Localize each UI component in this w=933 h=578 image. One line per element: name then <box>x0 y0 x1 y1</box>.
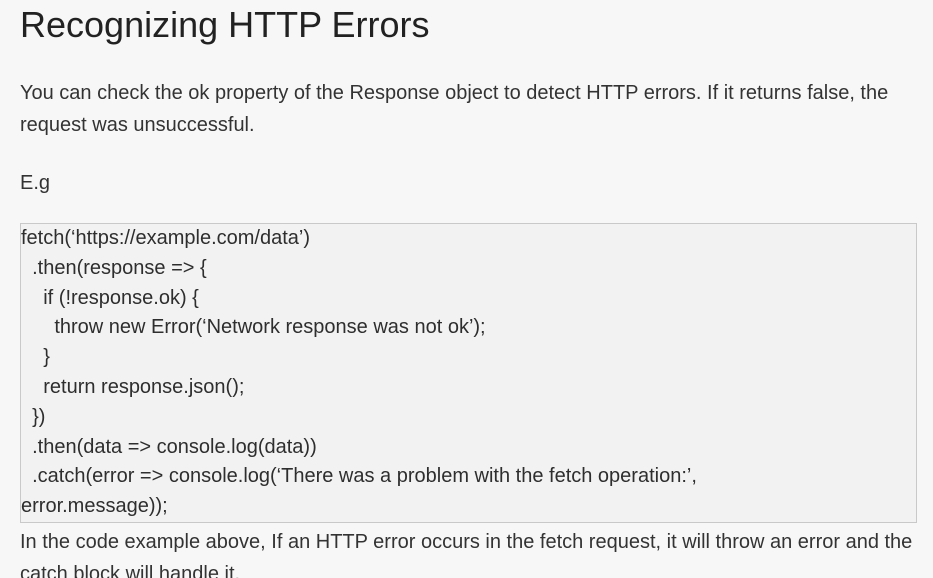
intro-paragraph: You can check the ok property of the Res… <box>20 82 889 136</box>
code-line: .catch(error => console.log(‘There was a… <box>21 465 697 488</box>
section-heading: Recognizing HTTP Errors <box>20 4 430 45</box>
code-line: .then(data => console.log(data)) <box>21 435 317 458</box>
outro-paragraph: In the code example above, If an HTTP er… <box>20 531 913 578</box>
code-line: if (!response.ok) { <box>21 286 199 309</box>
code-line: }) <box>21 405 46 428</box>
example-label: E.g <box>20 172 51 194</box>
code-line: error.message)); <box>21 495 168 518</box>
code-line: throw new Error(‘Network response was no… <box>21 316 486 339</box>
code-line: .then(response => { <box>21 256 207 279</box>
article: Recognizing HTTP Errors You can check th… <box>0 0 933 578</box>
code-block: fetch(‘https://example.com/data’) .then(… <box>20 223 917 523</box>
code-line: fetch(‘https://example.com/data’) <box>21 227 311 249</box>
code-line: } <box>21 346 50 369</box>
code-line: return response.json(); <box>21 375 245 398</box>
